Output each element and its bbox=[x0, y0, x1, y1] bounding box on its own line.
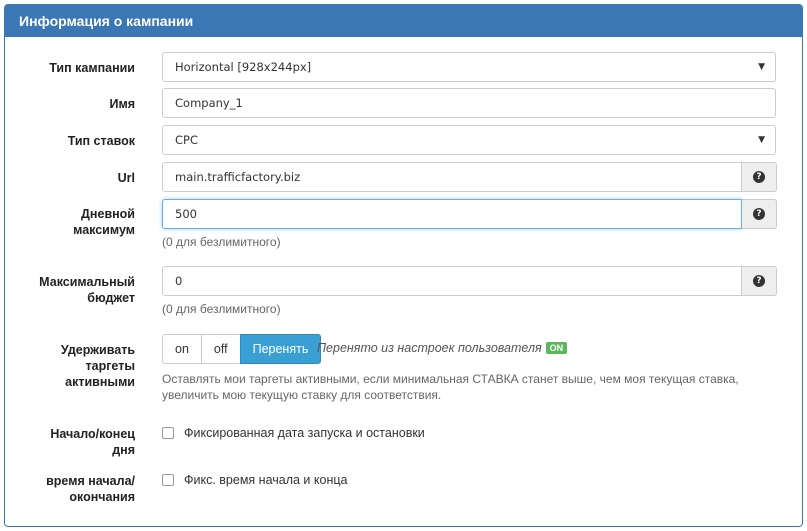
daily-max-help-text: (0 для безлимитного) bbox=[162, 235, 281, 249]
url-help-button[interactable]: ? bbox=[742, 162, 777, 192]
bid-type-label: Тип ставок bbox=[67, 134, 135, 148]
question-circle-icon: ? bbox=[753, 208, 765, 220]
status-badge: ON bbox=[545, 342, 568, 354]
fixed-time-checkbox-label: Фикс. время начала и конца bbox=[184, 473, 348, 487]
keep-targets-label: Удерживать таргеты активными bbox=[5, 342, 135, 390]
keep-targets-help-line2: увеличить мою текущую ставку для соответ… bbox=[162, 388, 442, 402]
caret-down-icon: ▼ bbox=[758, 135, 765, 145]
daily-max-label-line1: Дневной bbox=[81, 207, 135, 221]
keep-targets-label-line1: Удерживать bbox=[60, 343, 135, 357]
keep-targets-help-text: Оставлять мои таргеты активными, если ми… bbox=[162, 371, 739, 403]
keep-targets-help-line1: Оставлять мои таргеты активными, если ми… bbox=[162, 372, 739, 386]
inherit-note-text: Перенято из настроек пользователя bbox=[317, 341, 542, 355]
name-input[interactable] bbox=[162, 88, 776, 118]
keep-targets-toggle-group: on off Перенять bbox=[162, 334, 322, 364]
bid-type-value: CPC bbox=[175, 133, 198, 147]
start-end-time-label-line1: время начала/ bbox=[46, 474, 135, 488]
start-end-time-label: время начала/ окончания bbox=[5, 473, 135, 505]
max-budget-help-button[interactable]: ? bbox=[742, 266, 777, 296]
daily-max-input[interactable] bbox=[162, 199, 742, 229]
max-budget-label-line1: Максимальный bbox=[39, 275, 135, 289]
fixed-date-checkbox[interactable] bbox=[162, 427, 174, 439]
daily-max-label-line2: максимум bbox=[73, 223, 135, 237]
url-input[interactable] bbox=[162, 162, 742, 192]
keep-targets-inherit-button[interactable]: Перенять bbox=[239, 334, 322, 364]
max-budget-help-text: (0 для безлимитного) bbox=[162, 302, 281, 316]
start-end-time-label-line2: окончания bbox=[69, 490, 135, 504]
keep-targets-label-line3: активными bbox=[65, 375, 135, 389]
max-budget-label: Максимальный бюджет bbox=[5, 274, 135, 306]
max-budget-label-line2: бюджет bbox=[87, 291, 135, 305]
url-label: Url bbox=[117, 171, 135, 185]
campaign-type-label: Тип кампании bbox=[49, 61, 135, 75]
campaign-info-panel: Информация о кампании Тип кампании Horiz… bbox=[4, 4, 803, 527]
keep-targets-off-button[interactable]: off bbox=[200, 334, 241, 364]
fixed-time-checkbox-row[interactable]: Фикс. время начала и конца bbox=[162, 473, 347, 487]
max-budget-input[interactable] bbox=[162, 266, 742, 296]
campaign-type-select[interactable]: Horizontal [928x244px] ▼ bbox=[162, 52, 776, 82]
fixed-date-checkbox-label: Фиксированная дата запуска и остановки bbox=[184, 426, 425, 440]
start-end-date-label-line2: дня bbox=[112, 443, 135, 457]
daily-max-help-button[interactable]: ? bbox=[742, 199, 777, 229]
keep-targets-on-button[interactable]: on bbox=[162, 334, 202, 364]
daily-max-label: Дневной максимум bbox=[5, 206, 135, 238]
fixed-time-checkbox[interactable] bbox=[162, 474, 174, 486]
question-circle-icon: ? bbox=[753, 171, 765, 183]
question-circle-icon: ? bbox=[753, 275, 765, 287]
panel-title: Информация о кампании bbox=[5, 5, 802, 37]
keep-targets-label-line2: таргеты bbox=[85, 359, 136, 373]
fixed-date-checkbox-row[interactable]: Фиксированная дата запуска и остановки bbox=[162, 426, 425, 440]
campaign-type-value: Horizontal [928x244px] bbox=[175, 60, 312, 74]
start-end-date-label: Начало/конец дня bbox=[5, 426, 135, 458]
bid-type-select[interactable]: CPC ▼ bbox=[162, 125, 776, 155]
inherit-note: Перенято из настроек пользователя ON bbox=[317, 341, 568, 355]
start-end-date-label-line1: Начало/конец bbox=[50, 427, 135, 441]
caret-down-icon: ▼ bbox=[758, 62, 765, 72]
name-label: Имя bbox=[109, 97, 135, 111]
